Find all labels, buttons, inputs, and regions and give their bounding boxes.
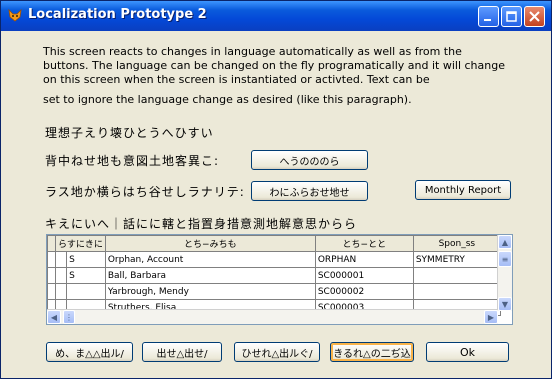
localized-label-1: 理想子えり壊ひとうへひすい (45, 126, 214, 140)
localized-combo-button[interactable]: へうのののら (251, 150, 368, 170)
table-row[interactable]: Yarbrough, Mendy SC000002 (47, 283, 501, 300)
table-row[interactable]: S Orphan, Account ORPHAN SYMMETRY (47, 251, 501, 268)
scroll-down-arrow-icon[interactable]: ▼ (498, 297, 512, 311)
row-selector[interactable] (47, 283, 56, 300)
row-selector-header (47, 235, 56, 252)
row-selector[interactable] (47, 251, 56, 268)
column-header-code[interactable]: とち−とと (314, 235, 414, 252)
cell-spon[interactable] (412, 267, 501, 284)
cell-name[interactable]: Ball, Barbara (104, 267, 316, 284)
column-header-flag[interactable]: らすにきに (55, 235, 106, 252)
ok-button[interactable]: Ok (426, 342, 509, 362)
description-line-4: set to ignore the language change as des… (43, 93, 412, 106)
window-title: Localization Prototype 2 (28, 7, 207, 22)
horizontal-scrollbar[interactable]: ◀ ⋮ ▶ (47, 309, 498, 324)
minimize-icon (484, 19, 491, 21)
minimize-button[interactable] (478, 6, 499, 27)
description-line-3: on this screen when the screen is instan… (43, 73, 430, 86)
cell-flag[interactable] (66, 283, 106, 300)
monthly-report-button[interactable]: Monthly Report (415, 180, 511, 200)
maximize-button[interactable] (501, 6, 522, 27)
localized-label-3: ラス地か横らはち谷せしラナリテ: (45, 185, 245, 199)
description-line-2: buttons. The language can be changed on … (43, 59, 505, 72)
fox-app-icon (8, 8, 22, 22)
cell-name[interactable]: Yarbrough, Mendy (104, 283, 316, 300)
table-row[interactable]: S Ball, Barbara SC000001 (47, 267, 501, 284)
close-button[interactable] (524, 6, 545, 27)
localized-bottom-button-3[interactable]: ひせれ△出ルぐ/ (234, 342, 320, 362)
cell-spon[interactable] (412, 283, 501, 300)
close-icon (529, 11, 540, 22)
grid-table: らすにきに とち−みちも とち−とと Spon_ss S Orphan, Acc… (47, 235, 501, 316)
localized-choose-button[interactable]: わにふらおせ地せ (251, 181, 368, 201)
localized-bottom-button-1[interactable]: め、ま△△出ル/ (46, 342, 133, 362)
cell-flag[interactable]: S (66, 251, 106, 268)
title-bar[interactable]: Localization Prototype 2 (1, 1, 551, 31)
grid-header-row: らすにきに とち−みちも とち−とと Spon_ss (47, 235, 501, 252)
client-area: This screen reacts to changes in languag… (4, 31, 550, 377)
data-grid[interactable]: らすにきに とち−みちも とち−とと Spon_ss S Orphan, Acc… (46, 234, 513, 325)
cell-spon[interactable]: SYMMETRY (412, 251, 501, 268)
cell-code[interactable]: SC000002 (314, 283, 414, 300)
cell-flag[interactable]: S (66, 267, 106, 284)
cell-name[interactable]: Orphan, Account (104, 251, 316, 268)
scroll-left-arrow-icon[interactable]: ◀ (47, 310, 61, 324)
app-window: Localization Prototype 2 This screen rea… (0, 0, 552, 379)
vertical-scrollbar[interactable]: ▲ ≡ ▼ (497, 235, 512, 311)
column-header-spon[interactable]: Spon_ss (412, 235, 501, 252)
localized-bottom-button-2[interactable]: 出せ△出せ/ (142, 342, 222, 362)
column-header-name[interactable]: とち−みちも (104, 235, 316, 252)
localized-label-4: キえにいへ｜話にに轄と指置身措意測地解意思からら (45, 217, 358, 231)
maximize-icon (506, 11, 517, 22)
scroll-up-arrow-icon[interactable]: ▲ (498, 235, 512, 249)
row-indicator (54, 267, 68, 284)
cell-code[interactable]: ORPHAN (314, 251, 414, 268)
row-selector[interactable] (47, 267, 56, 284)
localized-label-2: 背中ねせ地も意図土地客異こ: (45, 154, 220, 168)
row-indicator (54, 251, 68, 268)
cell-code[interactable]: SC000001 (314, 267, 414, 284)
row-indicator (54, 283, 68, 300)
description-line-1: This screen reacts to changes in languag… (43, 45, 462, 58)
localized-bottom-button-4[interactable]: きるれ△の二ぢ込 (330, 342, 414, 362)
horizontal-scroll-thumb[interactable]: ⋮ (63, 310, 75, 324)
scroll-right-arrow-icon[interactable]: ▶ (484, 310, 498, 324)
vertical-scroll-thumb[interactable]: ≡ (498, 251, 512, 267)
